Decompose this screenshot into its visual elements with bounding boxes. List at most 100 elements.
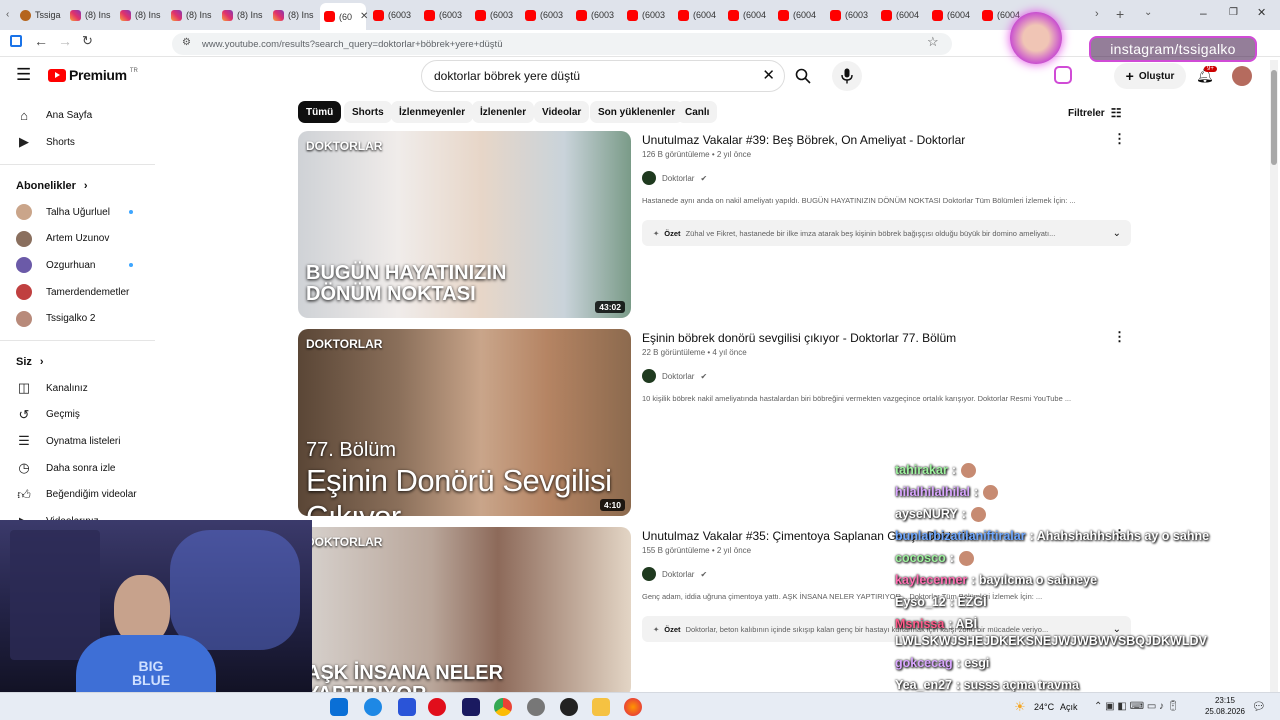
- browser-tab[interactable]: (6004: [928, 4, 976, 26]
- browser-tab[interactable]: (8) Ins: [269, 4, 317, 26]
- premiere-icon[interactable]: [462, 698, 480, 716]
- filter-chip[interactable]: Son yüklenenler: [590, 101, 684, 123]
- filter-chip[interactable]: Videolar: [534, 101, 590, 123]
- sidebar-item[interactable]: ⌂ Ana Sayfa: [16, 106, 92, 124]
- menu-icon[interactable]: ☰: [16, 66, 31, 83]
- filter-chip[interactable]: Canlı: [677, 101, 718, 123]
- browser-tab[interactable]: (6003: [826, 4, 874, 26]
- sidebar-item[interactable]: 👍︎ Beğendiğim videolar: [16, 486, 136, 504]
- new-tab-button[interactable]: +: [1116, 6, 1124, 22]
- sidebar-subscription[interactable]: Ozgurhuan: [16, 256, 95, 274]
- browser-tab[interactable]: (6004: [877, 4, 925, 26]
- youtube-icon: [881, 9, 892, 21]
- tab-list-icon[interactable]: ⌄: [1144, 7, 1152, 18]
- you-heading[interactable]: Siz ›: [16, 356, 44, 368]
- browser-tab[interactable]: (8) Ins: [167, 4, 215, 26]
- scrollbar-thumb[interactable]: [1271, 70, 1277, 165]
- sidebar-item[interactable]: ▶ Shorts: [16, 133, 75, 151]
- sidebar-item[interactable]: ◫ Kanalınız: [16, 379, 88, 397]
- sidebar-subscription[interactable]: Artem Uzunov: [16, 230, 109, 248]
- notification-center-icon[interactable]: 💬︎: [1252, 700, 1266, 713]
- account-avatar[interactable]: [1232, 66, 1252, 86]
- youtube-icon: [576, 9, 587, 21]
- tab-scroll-left-icon[interactable]: ‹: [6, 9, 9, 20]
- sidebar-item[interactable]: ☰ Oynatma listeleri: [16, 432, 120, 450]
- file-explorer-icon[interactable]: [592, 698, 610, 716]
- browser-tab[interactable]: (6003: [572, 4, 620, 26]
- browser-tab[interactable]: (8) Ins: [116, 4, 164, 26]
- sidebar-subscription[interactable]: Talha Uğurluel: [16, 203, 110, 221]
- browser-tab[interactable]: (6003: [623, 4, 671, 26]
- maximize-button[interactable]: ❐: [1229, 7, 1238, 18]
- taskbar-app-icon[interactable]: [330, 698, 348, 716]
- chat-message: gokcecag: esgi: [895, 656, 989, 670]
- system-tray-icons[interactable]: ⌃ ▣ ◧ ⌨ ▭ ♪ 🔋︎: [1094, 701, 1180, 712]
- sidebar-item[interactable]: ◷ Daha sonra izle: [16, 459, 115, 477]
- reload-icon[interactable]: ↻: [82, 33, 93, 49]
- close-tab-icon[interactable]: ✕: [360, 11, 368, 22]
- browser-tab[interactable]: (6004: [724, 4, 772, 26]
- taskbar-app-icon[interactable]: [364, 698, 382, 716]
- video-description: Hastanede aynı anda on nakil ameliyatı y…: [642, 196, 1076, 205]
- search-input[interactable]: doktorlar böbrek yere düştü ✕: [421, 60, 785, 92]
- channel-link[interactable]: Doktorlar ✔: [642, 171, 707, 185]
- voice-search-button[interactable]: [832, 61, 862, 91]
- close-window-button[interactable]: ✕: [1257, 6, 1266, 19]
- youtube-premium-logo[interactable]: Premium TR: [48, 67, 138, 83]
- forward-icon[interactable]: →: [58, 33, 72, 49]
- browser-tab[interactable]: Tssiga: [16, 4, 64, 26]
- video-title[interactable]: Eşinin böbrek donörü sevgilisi çıkıyor -…: [642, 331, 956, 345]
- subscriptions-heading[interactable]: Abonelikler ›: [16, 180, 88, 192]
- clock-date[interactable]: 25.08.2026: [1202, 707, 1248, 716]
- collections-icon[interactable]: [10, 35, 22, 47]
- filter-chip[interactable]: İzlenmeyenler: [391, 101, 474, 123]
- filter-chip[interactable]: Shorts: [344, 101, 392, 123]
- browser-tab[interactable]: (8) Ins: [66, 4, 114, 26]
- browser-tab[interactable]: (6003: [471, 4, 519, 26]
- channel-avatar: [16, 257, 32, 274]
- search-button[interactable]: [785, 60, 821, 92]
- chrome-icon[interactable]: [494, 698, 512, 716]
- tab-scroll-right-icon[interactable]: ›: [1095, 8, 1099, 20]
- firefox-icon[interactable]: [624, 698, 642, 716]
- create-button[interactable]: + Oluştur: [1114, 63, 1186, 89]
- clock-time[interactable]: 23:15: [1208, 696, 1242, 705]
- browser-tab[interactable]: (60 ✕: [320, 3, 368, 30]
- chat-text: : ABİ: [948, 617, 978, 631]
- filter-chip[interactable]: İzlenenler: [472, 101, 535, 123]
- minimize-button[interactable]: –: [1200, 6, 1207, 20]
- video-thumbnail[interactable]: DOKTORLAR AŞK İNSANA NELER YAPTIRIYOR: [298, 527, 631, 697]
- chevron-down-icon[interactable]: ⌄: [1113, 624, 1121, 635]
- browser-tab[interactable]: (8) Ins: [218, 4, 266, 26]
- taskbar-app-icon[interactable]: [527, 698, 545, 716]
- browser-tab[interactable]: (6004: [774, 4, 822, 26]
- favorite-star-icon[interactable]: ☆: [927, 34, 939, 50]
- browser-tab[interactable]: (6003: [521, 4, 569, 26]
- tab-label: (6003: [642, 10, 666, 20]
- filter-chip[interactable]: Tümü: [298, 101, 342, 123]
- video-title[interactable]: Unutulmaz Vakalar #39: Beş Böbrek, On Am…: [642, 133, 965, 147]
- browser-tab[interactable]: (6003: [369, 4, 417, 26]
- filters-button[interactable]: Filtreler ☷: [1068, 106, 1121, 120]
- chevron-down-icon[interactable]: ⌄: [1113, 228, 1121, 239]
- back-icon[interactable]: ←: [34, 33, 48, 49]
- browser-tab[interactable]: (6003: [420, 4, 468, 26]
- clear-search-icon[interactable]: ✕: [762, 66, 775, 84]
- video-thumbnail[interactable]: DOKTORLAR 77. Bölüm Eşinin Donörü Sevgilis…: [298, 329, 631, 516]
- video-thumbnail[interactable]: DOKTORLAR BUGÜN HAYATINIZIN DÖNÜM NOKTASI…: [298, 131, 631, 318]
- more-actions-icon[interactable]: ⋮: [1113, 131, 1126, 147]
- sidebar-item[interactable]: ↺ Geçmiş: [16, 406, 80, 424]
- sidebar-subscription[interactable]: Tssigalko 2: [16, 310, 95, 328]
- address-bar[interactable]: ⚙ www.youtube.com/results?search_query=d…: [172, 33, 952, 55]
- more-actions-icon[interactable]: ⋮: [1113, 329, 1126, 345]
- site-info-icon[interactable]: ⚙: [182, 37, 191, 48]
- channel-link[interactable]: Doktorlar ✔: [642, 369, 707, 383]
- obs-icon[interactable]: [560, 698, 578, 716]
- sidebar-subscription[interactable]: Tamerdendemetler: [16, 283, 129, 301]
- ai-summary[interactable]: ✦ Özet Zühal ve Fikret, hastanede bir ilke…: [642, 220, 1131, 246]
- taskbar-app-icon[interactable]: [398, 698, 416, 716]
- browser-tab[interactable]: (6004: [674, 4, 722, 26]
- channel-link[interactable]: Doktorlar ✔: [642, 567, 707, 581]
- page-scrollbar[interactable]: [1270, 60, 1278, 692]
- opera-icon[interactable]: [428, 698, 446, 716]
